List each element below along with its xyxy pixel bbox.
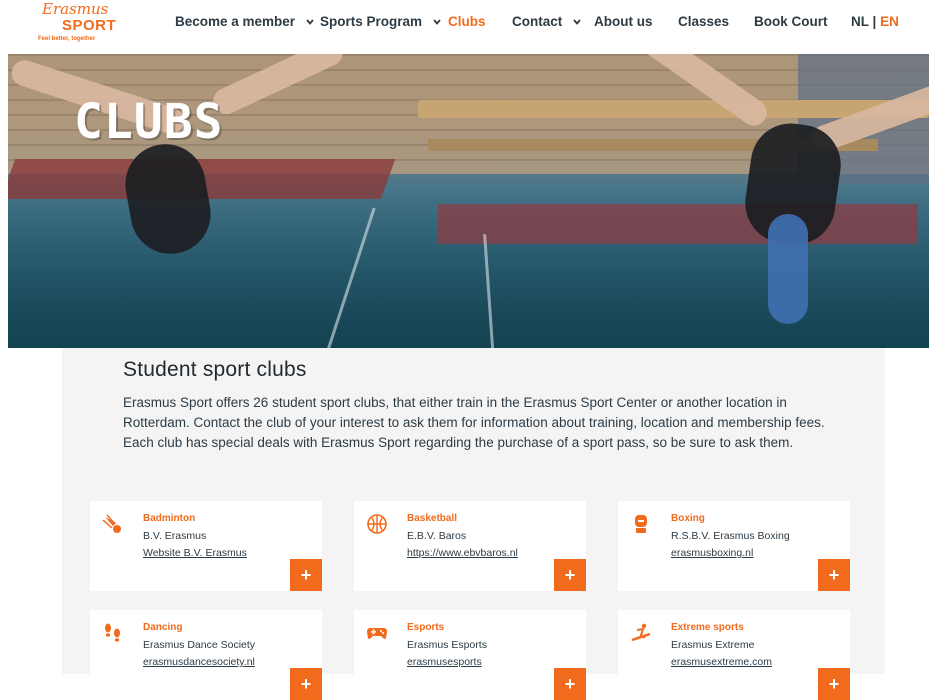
nav-sports-program[interactable]: Sports Program	[320, 14, 442, 29]
top-navigation: Erasmus SPORT Feel better, together Beco…	[0, 0, 929, 54]
club-card-boxing: Boxing R.S.B.V. Erasmus Boxing erasmusbo…	[618, 501, 850, 591]
chevron-down-icon	[306, 19, 314, 26]
nav-label: Become a member	[175, 14, 296, 29]
gamepad-icon	[367, 628, 387, 639]
hero-gymnast-arm	[768, 214, 808, 324]
club-website-link[interactable]: erasmusboxing.nl	[671, 547, 753, 559]
shuttlecock-icon	[102, 514, 121, 533]
boxing-glove-icon	[635, 515, 647, 533]
hero-mat	[438, 204, 918, 244]
basketball-icon	[367, 514, 387, 534]
club-website-link[interactable]: erasmusextreme.com	[671, 656, 772, 668]
erasmus-sport-logo[interactable]: Erasmus SPORT Feel better, together	[36, 0, 116, 48]
club-category: Dancing	[143, 622, 183, 633]
club-card-basketball: Basketball E.B.V. Baros https://www.ebvb…	[354, 501, 586, 591]
expand-button[interactable]: +	[818, 668, 850, 700]
club-card-extreme-sports: Extreme sports Erasmus Extreme erasmusex…	[618, 610, 850, 700]
nav-label: About us	[594, 14, 653, 29]
nav-clubs[interactable]: Clubs	[448, 14, 486, 29]
club-website-link[interactable]: https://www.ebvbaros.nl	[407, 547, 518, 559]
club-category: Boxing	[671, 513, 705, 524]
club-category: Badminton	[143, 513, 196, 524]
club-card-esports: Esports Erasmus Esports erasmusesports +	[354, 610, 586, 700]
nav-about-us[interactable]: About us	[594, 14, 653, 29]
section-title: Student sport clubs	[123, 358, 307, 381]
intro-text: Erasmus Sport offers 26 student sport cl…	[123, 395, 825, 450]
nav-become-member[interactable]: Become a member	[175, 14, 315, 29]
club-name: E.B.V. Baros	[407, 530, 467, 542]
logo-tagline: Feel better, together	[38, 36, 96, 42]
nav-label: Sports Program	[320, 14, 423, 29]
nav-classes[interactable]: Classes	[678, 14, 729, 29]
logo-script-text: Erasmus	[42, 0, 109, 18]
nav-label: Contact	[512, 14, 563, 29]
hero-floor-line	[323, 207, 376, 348]
lang-separator: |	[872, 14, 877, 29]
expand-button[interactable]: +	[290, 559, 322, 591]
club-name: Erasmus Esports	[407, 639, 487, 651]
language-switch: NL | EN	[851, 14, 899, 29]
expand-button[interactable]: +	[290, 668, 322, 700]
hero-title: CLUBS	[74, 94, 224, 150]
club-card-dancing: Dancing Erasmus Dance Society erasmusdan…	[90, 610, 322, 700]
expand-button[interactable]: +	[554, 559, 586, 591]
lang-en-link[interactable]: EN	[880, 14, 899, 29]
nav-label: Book Court	[754, 14, 828, 29]
club-category: Esports	[407, 622, 445, 633]
lang-nl-link[interactable]: NL	[851, 14, 869, 29]
chevron-down-icon	[573, 19, 581, 26]
hero-banner: CLUBS	[8, 54, 929, 348]
club-card-badminton: Badminton B.V. Erasmus Website B.V. Eras…	[90, 501, 322, 591]
club-name: Erasmus Extreme	[671, 639, 755, 651]
club-name: B.V. Erasmus	[143, 530, 207, 542]
nav-label: Classes	[678, 14, 730, 29]
club-name: Erasmus Dance Society	[143, 639, 256, 651]
club-website-link[interactable]: Website B.V. Erasmus	[143, 547, 247, 559]
nav-book-court[interactable]: Book Court	[754, 14, 828, 29]
expand-button[interactable]: +	[554, 668, 586, 700]
hero-floor-line	[483, 234, 496, 348]
nav-label: Clubs	[448, 14, 486, 29]
snowboarder-icon	[631, 623, 651, 642]
nav-contact[interactable]: Contact	[512, 14, 582, 29]
club-category: Basketball	[407, 513, 458, 524]
expand-button[interactable]: +	[818, 559, 850, 591]
club-website-link[interactable]: erasmusesports	[407, 656, 482, 668]
clubs-section: Student sport clubs Erasmus Sport offers…	[62, 348, 885, 700]
footprints-icon	[105, 623, 120, 642]
club-name: R.S.B.V. Erasmus Boxing	[671, 530, 790, 542]
club-website-link[interactable]: erasmusdancesociety.nl	[143, 656, 255, 668]
chevron-down-icon	[433, 19, 441, 26]
logo-sport-text: SPORT	[62, 17, 117, 34]
club-category: Extreme sports	[671, 622, 744, 633]
